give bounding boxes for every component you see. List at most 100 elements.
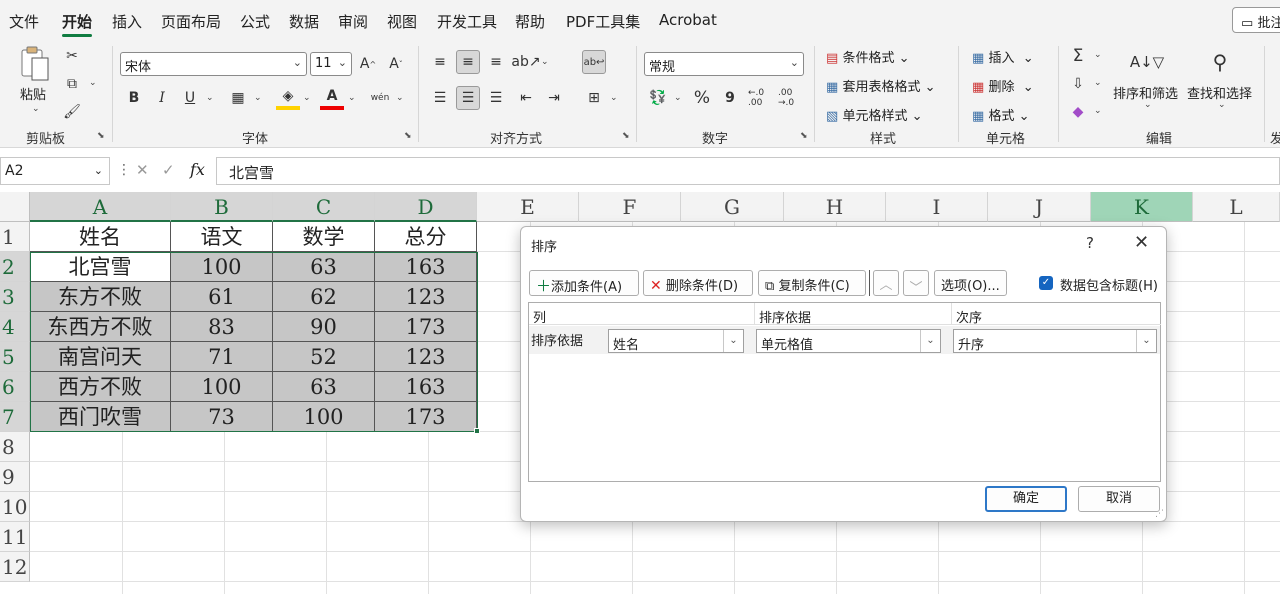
- comma-button[interactable]: 9: [718, 86, 742, 110]
- row-header-1[interactable]: 1: [0, 222, 30, 252]
- order-select[interactable]: 升序 ⌄: [953, 329, 1157, 353]
- menu-developer[interactable]: 开发工具: [437, 11, 497, 32]
- row-header-2[interactable]: 2: [0, 252, 30, 282]
- merge-center-icon[interactable]: ⊞: [582, 86, 606, 110]
- resize-grip-icon[interactable]: ⋰: [1155, 509, 1164, 519]
- phonetic-dropdown-icon[interactable]: ⌄: [396, 93, 404, 103]
- column-header-i[interactable]: I: [886, 192, 988, 222]
- autosum-icon[interactable]: Σ: [1066, 44, 1090, 68]
- cell-a4[interactable]: 东西方不败: [30, 312, 171, 342]
- cell-a6[interactable]: 西方不败: [30, 372, 171, 402]
- row-header-10[interactable]: 10: [0, 492, 30, 522]
- menu-review[interactable]: 审阅: [338, 11, 368, 32]
- format-painter-icon[interactable]: 🖌: [60, 100, 84, 124]
- cell-d1[interactable]: 总分: [375, 222, 477, 252]
- move-up-button[interactable]: ︿: [873, 270, 899, 296]
- sort-filter-icon[interactable]: A↓▽: [1130, 46, 1164, 78]
- options-button[interactable]: 选项(O)...: [934, 270, 1007, 296]
- align-bottom-icon[interactable]: ≡: [484, 50, 508, 74]
- clipboard-launcher-icon[interactable]: ⬊: [97, 131, 105, 141]
- close-button[interactable]: ✕: [1134, 232, 1149, 253]
- font-name-select[interactable]: 宋体 ⌄: [120, 52, 307, 76]
- cut-icon[interactable]: ✂: [60, 44, 84, 68]
- cell-b2[interactable]: 100: [171, 252, 273, 282]
- row-header-8[interactable]: 8: [0, 432, 30, 462]
- column-header-d[interactable]: D: [375, 192, 477, 222]
- font-color-dropdown-icon[interactable]: ⌄: [348, 93, 356, 103]
- underline-button[interactable]: U: [178, 86, 202, 110]
- paste-dropdown-icon[interactable]: ⌄: [32, 104, 40, 114]
- orientation-dropdown-icon[interactable]: ⌄: [541, 57, 549, 67]
- column-header-l[interactable]: L: [1193, 192, 1280, 222]
- cell-a2[interactable]: 北宫雪: [30, 252, 171, 282]
- menu-data[interactable]: 数据: [289, 11, 319, 32]
- more-options-icon[interactable]: ⋮: [117, 162, 131, 178]
- shrink-font-icon[interactable]: Aˇ: [384, 52, 408, 76]
- bold-button[interactable]: B: [122, 86, 146, 110]
- has-headers-checkbox[interactable]: ✓: [1039, 276, 1053, 290]
- cell-b3[interactable]: 61: [171, 282, 273, 312]
- comment-button[interactable]: ▭ 批注: [1232, 7, 1280, 33]
- decrease-indent-icon[interactable]: ⇤: [514, 86, 538, 110]
- cell-d7[interactable]: 173: [375, 402, 477, 432]
- row-header-7[interactable]: 7: [0, 402, 30, 432]
- menu-formulas[interactable]: 公式: [240, 11, 270, 32]
- delete-condition-button[interactable]: ✕ 删除条件(D): [643, 270, 753, 296]
- cell-c3[interactable]: 62: [273, 282, 375, 312]
- insert-function-button[interactable]: fx: [190, 160, 205, 179]
- cell-b7[interactable]: 73: [171, 402, 273, 432]
- menu-pdf-tools[interactable]: PDF工具集: [566, 11, 640, 32]
- number-format-select[interactable]: 常规 ⌄: [644, 52, 804, 76]
- row-header-6[interactable]: 6: [0, 372, 30, 402]
- insert-cells-button[interactable]: ▦ 插入 ⌄: [972, 47, 1034, 66]
- paste-button[interactable]: [18, 46, 52, 84]
- format-cells-button[interactable]: ▦ 格式 ⌄: [972, 105, 1029, 124]
- percent-button[interactable]: %: [690, 86, 714, 110]
- clear-icon[interactable]: ◆: [1066, 100, 1090, 124]
- column-header-j[interactable]: J: [988, 192, 1091, 222]
- help-button[interactable]: ?: [1086, 234, 1094, 252]
- find-select-dropdown-icon[interactable]: ⌄: [1218, 100, 1226, 110]
- align-right-icon[interactable]: ☰: [484, 86, 508, 110]
- underline-dropdown-icon[interactable]: ⌄: [206, 93, 214, 103]
- fill-dropdown-icon[interactable]: ⌄: [303, 93, 311, 103]
- search-icon[interactable]: ⚲: [1204, 46, 1236, 78]
- fill-color-icon[interactable]: ◈: [276, 86, 300, 110]
- italic-button[interactable]: I: [150, 86, 174, 110]
- font-color-icon[interactable]: A: [320, 86, 344, 110]
- menu-insert[interactable]: 插入: [112, 11, 142, 32]
- orientation-icon[interactable]: ab↗: [511, 50, 540, 74]
- select-all-corner[interactable]: [0, 192, 30, 222]
- cell-d5[interactable]: 123: [375, 342, 477, 372]
- column-select[interactable]: 姓名 ⌄: [608, 329, 744, 353]
- name-box[interactable]: A2 ⌄: [0, 157, 110, 185]
- align-top-icon[interactable]: ≡: [428, 50, 452, 74]
- merge-dropdown-icon[interactable]: ⌄: [610, 93, 618, 103]
- menu-help[interactable]: 帮助: [515, 11, 545, 32]
- fill-handle[interactable]: [474, 428, 480, 434]
- cell-d2[interactable]: 163: [375, 252, 477, 282]
- table-format-button[interactable]: ▦ 套用表格格式 ⌄: [826, 76, 935, 95]
- cancel-entry-icon[interactable]: ✕: [136, 161, 149, 179]
- font-launcher-icon[interactable]: ⬊: [404, 131, 412, 141]
- formula-input[interactable]: 北宫雪: [216, 157, 1280, 185]
- borders-dropdown-icon[interactable]: ⌄: [254, 93, 262, 103]
- cell-c4[interactable]: 90: [273, 312, 375, 342]
- wrap-text-icon[interactable]: ab↩: [582, 50, 606, 74]
- alignment-launcher-icon[interactable]: ⬊: [622, 131, 630, 141]
- cell-b4[interactable]: 83: [171, 312, 273, 342]
- cell-d4[interactable]: 173: [375, 312, 477, 342]
- column-header-k[interactable]: K: [1091, 192, 1193, 222]
- has-headers-label[interactable]: 数据包含标题(H): [1060, 275, 1158, 294]
- cell-c7[interactable]: 100: [273, 402, 375, 432]
- column-header-g[interactable]: G: [681, 192, 784, 222]
- menu-file[interactable]: 文件: [9, 11, 39, 32]
- grow-font-icon[interactable]: A ^: [356, 52, 380, 76]
- row-header-9[interactable]: 9: [0, 462, 30, 492]
- align-middle-icon[interactable]: ≡: [456, 50, 480, 74]
- column-header-e[interactable]: E: [477, 192, 579, 222]
- ok-button[interactable]: 确定: [985, 486, 1067, 512]
- cell-a5[interactable]: 南宫问天: [30, 342, 171, 372]
- menu-acrobat[interactable]: Acrobat: [659, 11, 717, 29]
- cell-c2[interactable]: 63: [273, 252, 375, 282]
